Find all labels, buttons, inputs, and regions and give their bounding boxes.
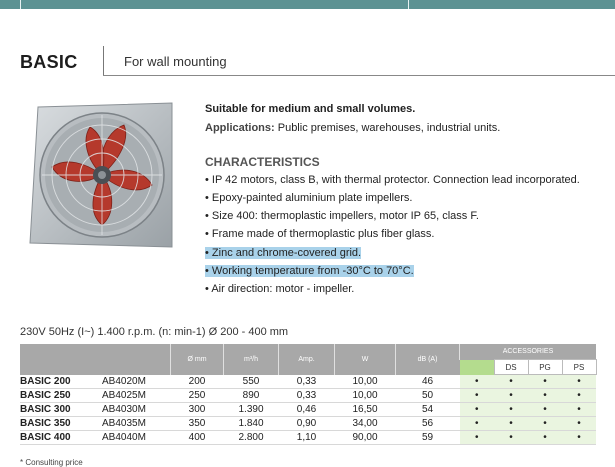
table-row: BASIC 200 AB4020M 200 550 0,33 10,00 46 … (20, 374, 596, 389)
header-code-blank (102, 344, 171, 375)
header-accessories: ACCESSORIES (459, 344, 596, 360)
diameter-cell: 200 (170, 374, 224, 389)
header-watt: W (334, 344, 396, 375)
flow-cell: 1.390 (223, 402, 279, 417)
amp-cell: 1,10 (278, 430, 335, 445)
header-accessory-pg: PG (527, 359, 563, 375)
flow-cell: 2.800 (223, 430, 279, 445)
title-divider (103, 46, 104, 76)
accessory-dot: • (528, 388, 562, 403)
watt-cell: 90,00 (334, 430, 396, 445)
characteristic-item: • Zinc and chrome-covered grid. (205, 247, 362, 259)
banner-divider (408, 0, 409, 9)
code-cell: AB4030M (102, 402, 171, 417)
model-cell: BASIC 250 (20, 388, 102, 403)
applications-label: Applications: (205, 122, 275, 134)
accessory-dot: • (494, 430, 528, 445)
header-model-blank (20, 344, 102, 375)
accessory-dot: • (528, 374, 562, 389)
db-cell: 54 (395, 402, 460, 417)
accessory-dot: • (562, 374, 596, 389)
accessory-dot: • (459, 374, 494, 389)
header-amp: Amp. (278, 344, 335, 375)
header-db: dB (A) (395, 344, 460, 375)
diameter-cell: 350 (170, 416, 224, 431)
header-accessory-green (459, 359, 494, 375)
accessory-dot: • (459, 388, 494, 403)
header-flow: m³/h (223, 344, 279, 375)
flow-cell: 890 (223, 388, 279, 403)
flow-cell: 1.840 (223, 416, 279, 431)
title-underline (103, 75, 615, 76)
accessory-dot: • (528, 402, 562, 417)
header-accessory-ps: PS (561, 359, 597, 375)
watt-cell: 34,00 (334, 416, 396, 431)
watt-cell: 10,00 (334, 374, 396, 389)
characteristic-item: • Air direction: motor - impeller. (205, 283, 355, 295)
code-cell: AB4020M (102, 374, 171, 389)
diameter-cell: 250 (170, 388, 224, 403)
diameter-cell: 300 (170, 402, 224, 417)
characteristic-item: • Size 400: thermoplastic impellers, mot… (205, 210, 479, 222)
amp-cell: 0,90 (278, 416, 335, 431)
accessory-dot: • (562, 388, 596, 403)
accessory-dot: • (528, 416, 562, 431)
code-cell: AB4025M (102, 388, 171, 403)
model-cell: BASIC 300 (20, 402, 102, 417)
code-cell: AB4035M (102, 416, 171, 431)
table-row: BASIC 300 AB4030M 300 1.390 0,46 16,50 5… (20, 402, 596, 417)
product-subtitle: For wall mounting (124, 54, 227, 69)
header-accessory-ds: DS (493, 359, 529, 375)
db-cell: 50 (395, 388, 460, 403)
product-title: BASIC (20, 52, 78, 72)
models-table: Ø mm m³/h Amp. W dB (A) ACCESSORIES DS P… (20, 344, 597, 445)
table-row: BASIC 250 AB4025M 250 890 0,33 10,00 50 … (20, 388, 596, 403)
characteristics-heading: CHARACTERISTICS (205, 155, 320, 169)
watt-cell: 16,50 (334, 402, 396, 417)
applications-line: Applications: Public premises, warehouse… (205, 122, 500, 134)
amp-cell: 0,33 (278, 374, 335, 389)
banner-divider (20, 0, 21, 9)
model-cell: BASIC 400 (20, 430, 102, 445)
accessory-dot: • (562, 430, 596, 445)
table-row: BASIC 350 AB4035M 350 1.840 0,90 34,00 5… (20, 416, 596, 431)
accessory-dot: • (528, 430, 562, 445)
characteristic-item: • IP 42 motors, class B, with thermal pr… (205, 174, 580, 186)
accessory-dot: • (562, 416, 596, 431)
electrical-spec-line: 230V 50Hz (I~) 1.400 r.p.m. (n: min-1) Ø… (20, 326, 289, 338)
diameter-cell: 400 (170, 430, 224, 445)
accessory-dot: • (494, 388, 528, 403)
accessory-dot: • (562, 402, 596, 417)
db-cell: 56 (395, 416, 460, 431)
accessory-dot: • (494, 374, 528, 389)
watt-cell: 10,00 (334, 388, 396, 403)
amp-cell: 0,46 (278, 402, 335, 417)
characteristic-item: • Working temperature from -30°C to 70°C… (205, 265, 414, 277)
accessory-dot: • (459, 430, 494, 445)
top-banner (0, 0, 615, 9)
suitable-text: Suitable for medium and small volumes. (205, 103, 416, 115)
code-cell: AB4040M (102, 430, 171, 445)
model-cell: BASIC 350 (20, 416, 102, 431)
applications-text: Public premises, warehouses, industrial … (277, 122, 501, 134)
accessory-dot: • (494, 402, 528, 417)
characteristic-item: • Frame made of thermoplastic plus fiber… (205, 228, 435, 240)
wall-fan-image (29, 102, 173, 248)
flow-cell: 550 (223, 374, 279, 389)
table-row: BASIC 400 AB4040M 400 2.800 1,10 90,00 5… (20, 430, 596, 445)
accessory-dot: • (459, 402, 494, 417)
header-diameter: Ø mm (170, 344, 224, 375)
accessory-dot: • (494, 416, 528, 431)
db-cell: 46 (395, 374, 460, 389)
model-cell: BASIC 200 (20, 374, 102, 389)
accessory-dot: • (459, 416, 494, 431)
characteristic-item: • Epoxy-painted aluminium plate impeller… (205, 192, 413, 204)
db-cell: 59 (395, 430, 460, 445)
amp-cell: 0,33 (278, 388, 335, 403)
